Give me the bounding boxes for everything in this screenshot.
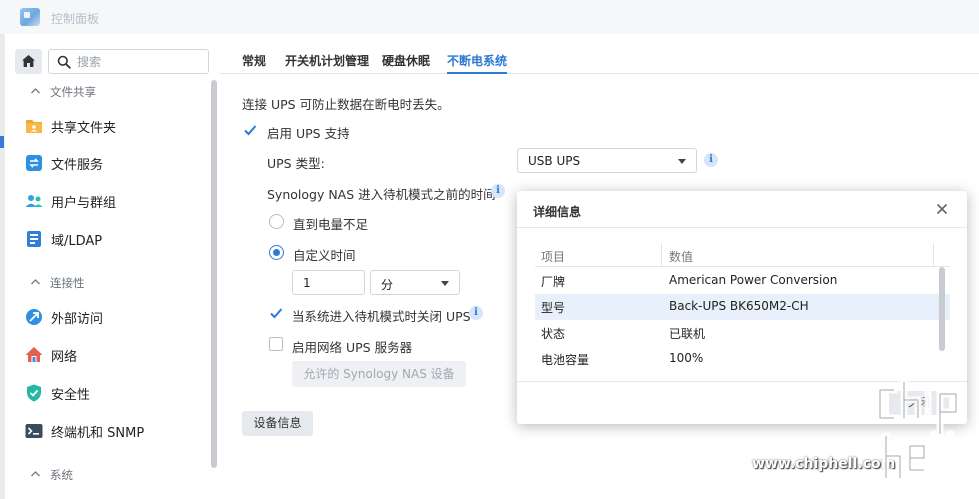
sidebar-item-label: 域/LDAP xyxy=(51,234,103,249)
caret-down-icon xyxy=(441,281,449,286)
standby-time-label: Synology NAS 进入待机模式之前的时间 xyxy=(267,187,496,202)
column-header-value[interactable]: 数值 xyxy=(669,248,693,265)
time-unit-value: 分 xyxy=(381,278,394,292)
table-row[interactable]: 厂牌 American Power Conversion xyxy=(535,268,950,294)
ups-description: 连接 UPS 可防止数据在断电时丢失。 xyxy=(242,97,450,112)
sidebar-item-label: 文件服务 xyxy=(51,158,104,173)
sidebar-item-domain-ldap[interactable]: 域/LDAP xyxy=(22,227,210,251)
table-row[interactable]: 型号 Back-UPS BK650M2-CH xyxy=(535,294,950,320)
sidebar-item-users-groups[interactable]: 用户与群组 xyxy=(22,189,210,213)
domain-ldap-icon xyxy=(27,231,41,247)
tab-ups[interactable]: 不断电系统 xyxy=(447,52,508,74)
cell-value: 100% xyxy=(669,351,704,365)
column-separator[interactable] xyxy=(661,243,662,267)
chiphell-logo xyxy=(876,378,962,482)
external-access-icon xyxy=(26,309,42,325)
column-separator[interactable] xyxy=(933,243,934,267)
table-row[interactable]: 电池容量 100% xyxy=(535,346,950,372)
cell-item: 电池容量 xyxy=(541,353,590,367)
enable-ups-checkbox[interactable] xyxy=(243,123,257,137)
cell-item: 型号 xyxy=(541,301,566,315)
ups-type-select[interactable]: USB UPS xyxy=(517,148,697,173)
cell-value: 已联机 xyxy=(669,327,706,341)
chevron-up-icon xyxy=(31,279,40,285)
chevron-up-icon xyxy=(31,88,40,94)
caret-down-icon xyxy=(678,159,686,164)
radio-until-low-label: 直到电量不足 xyxy=(293,217,369,232)
network-ups-checkbox[interactable] xyxy=(269,337,283,351)
terminal-icon xyxy=(25,424,43,438)
shield-icon xyxy=(27,384,41,402)
control-panel-icon xyxy=(20,8,40,26)
radio-custom-time[interactable] xyxy=(269,245,284,260)
details-table: 项目 数值 厂牌 American Power Conversion 型号 Ba… xyxy=(535,243,950,375)
device-info-button[interactable]: 设备信息 xyxy=(242,411,313,436)
sidebar-scrollbar[interactable] xyxy=(211,80,217,468)
cell-item: 状态 xyxy=(541,327,566,341)
home-icon xyxy=(22,55,35,67)
sidebar-item-shared-folder[interactable]: 共享文件夹 xyxy=(22,114,210,138)
sidebar-item-label: 网络 xyxy=(51,350,78,365)
sidebar-item-label: 安全性 xyxy=(51,388,91,403)
allowed-devices-button[interactable]: 允许的 Synology NAS 设备 xyxy=(292,361,466,387)
radio-until-low-battery[interactable] xyxy=(269,214,284,229)
sidebar-item-terminal-snmp[interactable]: 终端机和 SNMP xyxy=(22,419,210,443)
window-title: 控制面板 xyxy=(51,12,100,26)
folder-icon xyxy=(26,120,42,133)
sidebar-item-security[interactable]: 安全性 xyxy=(22,381,210,405)
table-header: 项目 数值 xyxy=(535,243,950,267)
file-services-icon xyxy=(26,155,42,171)
info-icon[interactable]: i xyxy=(491,184,505,198)
ups-type-value: USB UPS xyxy=(528,154,581,168)
info-icon[interactable]: i xyxy=(469,306,483,320)
cell-value: American Power Conversion xyxy=(669,273,838,287)
tab-general[interactable]: 常规 xyxy=(242,52,266,69)
shutdown-ups-checkbox[interactable] xyxy=(269,306,283,320)
sidebar-item-network[interactable]: 网络 xyxy=(22,343,210,367)
shutdown-ups-label: 当系统进入待机模式时关闭 UPS xyxy=(292,309,471,324)
sidebar-item-label: 外部访问 xyxy=(51,312,104,327)
tab-bar: 常规 开关机计划管理 硬盘休眠 不断电系统 xyxy=(220,34,979,74)
section-label: 系统 xyxy=(50,468,73,482)
close-icon[interactable] xyxy=(934,201,950,217)
section-label: 文件共享 xyxy=(50,85,96,99)
section-label: 连接性 xyxy=(50,276,85,290)
home-button[interactable] xyxy=(15,49,42,74)
network-ups-label: 启用网络 UPS 服务器 xyxy=(292,340,413,355)
cell-value: Back-UPS BK650M2-CH xyxy=(669,299,809,313)
search-input[interactable] xyxy=(77,53,202,70)
info-icon[interactable]: i xyxy=(704,153,718,167)
chevron-up-icon xyxy=(31,471,40,477)
sidebar-item-label: 共享文件夹 xyxy=(51,121,117,136)
search-icon xyxy=(57,55,71,69)
users-icon xyxy=(25,195,43,207)
radio-custom-label: 自定义时间 xyxy=(293,248,356,263)
custom-time-input[interactable] xyxy=(292,270,365,295)
network-house-icon xyxy=(25,347,43,362)
tab-power-schedule[interactable]: 开关机计划管理 xyxy=(285,52,369,69)
sidebar-item-label: 终端机和 SNMP xyxy=(51,426,145,441)
table-row[interactable]: 状态 已联机 xyxy=(535,320,950,346)
ups-type-label: UPS 类型: xyxy=(267,156,325,171)
dialog-title: 详细信息 xyxy=(533,205,582,219)
table-scrollbar[interactable] xyxy=(939,267,945,351)
title-bar: 控制面板 xyxy=(0,0,979,34)
sidebar-item-external-access[interactable]: 外部访问 xyxy=(22,305,210,329)
search-box[interactable] xyxy=(48,49,209,74)
column-header-item[interactable]: 项目 xyxy=(541,248,565,265)
time-unit-select[interactable]: 分 xyxy=(370,270,460,295)
sidebar-item-label: 用户与群组 xyxy=(51,196,117,211)
enable-ups-label: 启用 UPS 支持 xyxy=(267,126,350,141)
cell-item: 厂牌 xyxy=(541,275,566,289)
left-edge xyxy=(0,34,5,499)
tab-hdd-hibernation[interactable]: 硬盘休眠 xyxy=(382,52,430,69)
dialog-divider xyxy=(517,227,967,228)
sidebar-item-file-services[interactable]: 文件服务 xyxy=(22,151,210,175)
left-edge-marker xyxy=(0,136,4,148)
